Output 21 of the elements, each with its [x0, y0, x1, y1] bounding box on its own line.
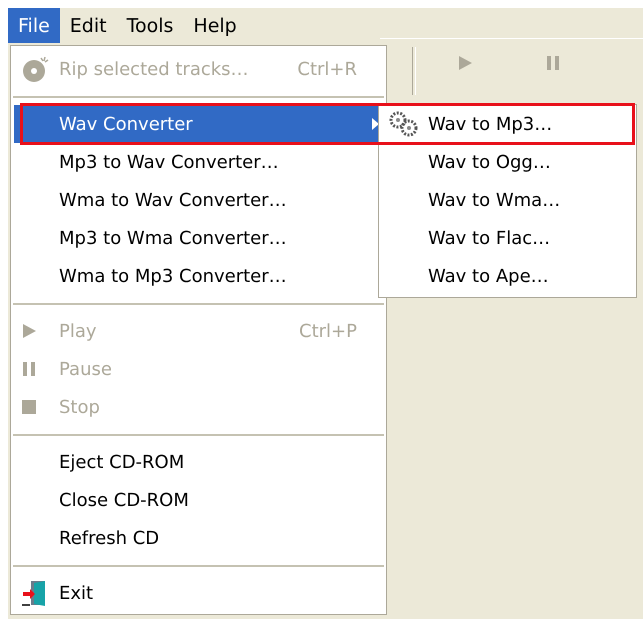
play-icon [21, 323, 37, 339]
pause-icon [21, 361, 37, 377]
menu-item[interactable]: Refresh CD [14, 519, 383, 557]
shortcut-text: Ctrl+P [299, 320, 357, 342]
submenu-item[interactable]: Wav to Ape… [381, 257, 634, 295]
disc-icon [21, 54, 51, 84]
menu-bar-item[interactable]: File [8, 8, 60, 43]
play-icon[interactable] [457, 55, 473, 71]
menu-bar-item[interactable]: Edit [60, 8, 117, 43]
stop-icon [21, 399, 37, 415]
menu-bar-item[interactable]: Tools [116, 8, 184, 43]
menu-item[interactable]: Exit [14, 574, 383, 612]
submenu-item[interactable]: Wav to Ogg… [381, 143, 634, 181]
shortcut-text: Ctrl+R [297, 58, 357, 80]
menu-item[interactable]: Eject CD-ROM [14, 443, 383, 481]
pause-icon[interactable] [545, 55, 561, 71]
submenu-item[interactable]: Wav to Flac… [381, 219, 634, 257]
gears-icon [388, 110, 420, 138]
menu-item[interactable]: Close CD-ROM [14, 481, 383, 519]
menu-bar-item[interactable]: Help [183, 8, 247, 43]
submenu-item[interactable]: Wav to Wma… [381, 181, 634, 219]
